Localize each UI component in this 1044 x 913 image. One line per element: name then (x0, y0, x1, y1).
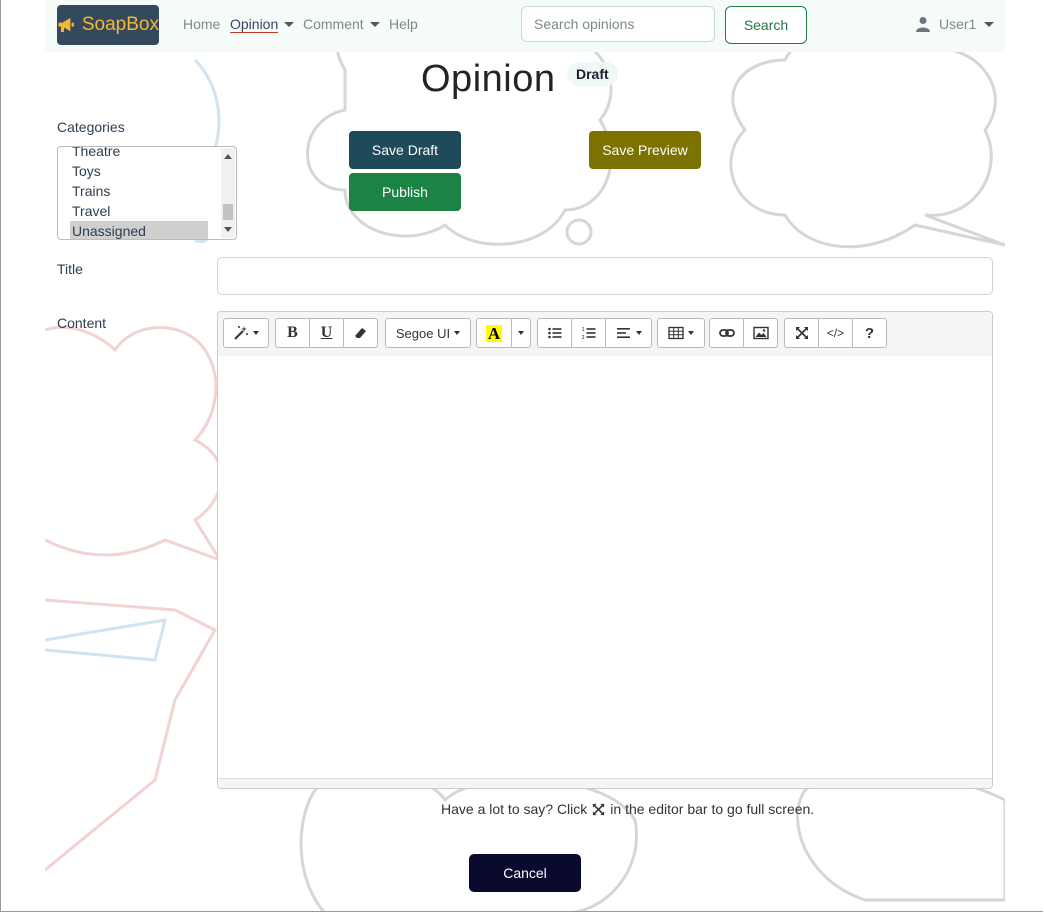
list-item-selected[interactable]: Unassigned (70, 221, 208, 239)
bold-icon: B (287, 324, 298, 341)
listbox-scrollbar[interactable] (221, 148, 235, 238)
brand-name: SoapBox (81, 14, 159, 35)
numbered-list-icon: 1 2 (581, 327, 595, 341)
clear-formatting-button[interactable] (343, 318, 378, 348)
hint-text-after: in the editor bar to go full screen. (610, 801, 815, 817)
publish-button[interactable]: Publish (349, 173, 461, 211)
rich-text-editor: B U Segoe UI A 1 2 </> ? (217, 311, 993, 789)
svg-text:2: 2 (581, 335, 584, 341)
chevron-down-icon (253, 331, 259, 335)
code-icon: </> (826, 326, 845, 340)
insert-link-button[interactable] (709, 318, 744, 348)
title-label: Title (57, 261, 83, 277)
page-title: Opinion (421, 58, 556, 100)
code-view-button[interactable]: </> (818, 318, 853, 348)
fullscreen-icon (795, 327, 808, 339)
underline-icon: U (320, 324, 333, 341)
nav-comment-label: Comment (303, 16, 364, 32)
search-button[interactable]: Search (725, 6, 807, 44)
table-dropdown[interactable] (657, 318, 705, 348)
status-badge: Draft (567, 62, 618, 86)
svg-text:1: 1 (581, 327, 584, 333)
list-item[interactable]: Travel (70, 201, 208, 221)
bullet-list-button[interactable] (537, 318, 572, 348)
scrollbar-thumb[interactable] (223, 204, 233, 220)
fullscreen-button[interactable] (784, 318, 819, 348)
chevron-down-icon (518, 331, 524, 335)
help-button[interactable]: ? (852, 318, 887, 348)
chevron-down-icon (454, 331, 461, 335)
image-icon (752, 326, 769, 340)
scroll-down-arrow-icon[interactable] (224, 227, 232, 232)
link-icon (718, 329, 735, 337)
categories-listbox[interactable]: Theatre Toys Trains Travel Unassigned (57, 146, 237, 240)
underline-button[interactable]: U (309, 318, 344, 348)
chevron-down-icon (984, 21, 995, 27)
style-dropdown-button[interactable] (223, 318, 269, 348)
categories-list: Theatre Toys Trains Travel Unassigned (70, 147, 208, 239)
save-draft-button[interactable]: Save Draft (349, 131, 461, 169)
chevron-down-icon (635, 331, 642, 335)
navbar: SoapBox Home Opinion Comment Help Search… (45, 0, 1005, 52)
paragraph-align-dropdown[interactable] (605, 318, 652, 348)
nav-comment-dropdown[interactable]: Comment (303, 16, 380, 32)
bullet-list-icon (547, 327, 561, 339)
chevron-down-icon (688, 331, 694, 335)
list-item[interactable]: Trains (70, 181, 208, 201)
table-icon (668, 326, 684, 340)
fullscreen-hint: Have a lot to say? Click in the editor b… (441, 801, 814, 817)
editor-toolbar: B U Segoe UI A 1 2 </> ? (218, 312, 992, 357)
search-input[interactable] (521, 6, 715, 42)
text-color-button[interactable]: A (476, 318, 512, 348)
user-name: User1 (939, 16, 977, 32)
magic-wand-icon (234, 326, 248, 340)
nav-opinion-dropdown[interactable]: Opinion (230, 16, 295, 33)
nav-home-label: Home (183, 16, 221, 32)
text-color-dropdown[interactable] (511, 318, 531, 348)
nav-opinion-label: Opinion (230, 16, 279, 33)
brand-logo[interactable]: SoapBox (57, 5, 159, 45)
bold-button[interactable]: B (275, 318, 310, 348)
user-icon (916, 17, 930, 32)
font-family-dropdown[interactable]: Segoe UI (385, 318, 471, 348)
numbered-list-button[interactable]: 1 2 (571, 318, 606, 348)
content-label: Content (57, 315, 107, 331)
eraser-icon (354, 328, 366, 338)
page-container: SoapBox Home Opinion Comment Help Search… (45, 0, 1005, 911)
nav-help-label: Help (389, 16, 418, 32)
align-left-icon (616, 328, 630, 338)
categories-label: Categories (57, 119, 125, 135)
cancel-button[interactable]: Cancel (469, 854, 581, 892)
fullscreen-icon (593, 803, 605, 815)
help-question-icon: ? (864, 324, 875, 342)
list-item[interactable]: Theatre (70, 147, 208, 161)
user-menu-dropdown[interactable]: User1 (915, 16, 995, 32)
highlight-a-icon: A (485, 323, 503, 343)
nav-help[interactable]: Help (389, 16, 418, 32)
list-item[interactable]: Toys (70, 161, 208, 181)
font-family-label: Segoe UI (395, 325, 451, 341)
megaphone-icon (58, 17, 74, 33)
editor-resize-bar[interactable] (218, 778, 992, 788)
hint-text-before: Have a lot to say? Click (441, 801, 588, 817)
editor-content-area[interactable] (218, 356, 992, 780)
insert-image-button[interactable] (743, 318, 778, 348)
nav-home[interactable]: Home (183, 16, 220, 32)
chevron-down-icon (284, 22, 295, 27)
title-input[interactable] (217, 257, 993, 295)
chevron-down-icon (369, 21, 380, 27)
save-preview-button[interactable]: Save Preview (589, 131, 701, 169)
scroll-up-arrow-icon[interactable] (224, 154, 232, 159)
